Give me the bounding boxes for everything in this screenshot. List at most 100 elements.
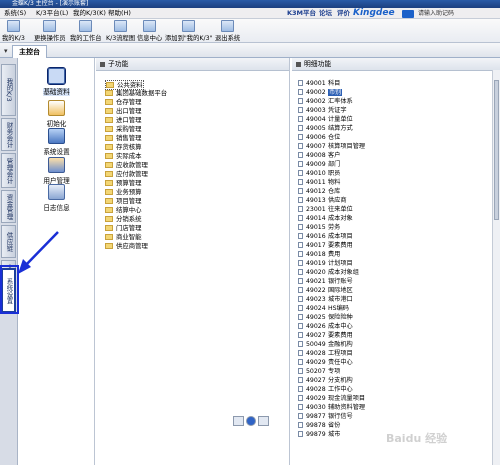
- help-icon[interactable]: [246, 416, 256, 426]
- sub-function-item[interactable]: 应付款管理: [105, 170, 148, 178]
- detail-function-item[interactable]: 49011 物料: [298, 179, 340, 187]
- sub-function-item[interactable]: 供应商管理: [105, 242, 148, 250]
- detail-function-item[interactable]: 49027 要素费用: [298, 332, 353, 340]
- icon-item-initialization[interactable]: 初始化: [18, 100, 95, 128]
- detail-function-item[interactable]: 50049 金融机构: [298, 341, 353, 349]
- detail-function-item[interactable]: 49016 成本项目: [298, 233, 353, 241]
- folder-icon: [105, 99, 113, 105]
- tab-my-k3[interactable]: 我的K/3: [1, 64, 16, 116]
- tab-main-console[interactable]: 主控台: [12, 45, 47, 59]
- view-icon[interactable]: [233, 416, 244, 426]
- detail-function-item[interactable]: 49013 供应商: [298, 197, 347, 205]
- sub-function-item[interactable]: 集团基础数据平台: [105, 89, 167, 97]
- detail-function-item[interactable]: 49006 仓位: [298, 134, 340, 142]
- link-k3m-platform[interactable]: K3M平台: [287, 8, 316, 19]
- detail-function-item[interactable]: 49014 成本对象: [298, 215, 353, 223]
- exit-icon: [221, 20, 235, 32]
- detail-function-item[interactable]: 49015 劳务: [298, 224, 340, 232]
- tab-system-settings[interactable]: 系统设置: [1, 268, 16, 313]
- sub-function-item[interactable]: 预算管理: [105, 179, 142, 187]
- detail-function-item[interactable]: 49004 计量单位: [298, 116, 353, 124]
- detail-function-item[interactable]: 49001 科目: [298, 80, 340, 88]
- toolbar-switch-user-button[interactable]: 更换操作员: [34, 20, 65, 42]
- dropdown-icon[interactable]: [258, 416, 269, 426]
- detail-function-item[interactable]: 49010 职员: [298, 170, 340, 178]
- detail-function-item[interactable]: 49020 成本对象组: [298, 269, 359, 277]
- tab-financial-accounting[interactable]: 财务会计: [1, 118, 16, 151]
- menu-my-k3[interactable]: 我的K/3(K): [73, 8, 106, 19]
- detail-function-item[interactable]: 49024 HS编码: [298, 305, 349, 313]
- document-icon: [298, 98, 303, 104]
- detail-function-item[interactable]: 49028 工程项目: [298, 350, 353, 358]
- toolbar-flowchart-button[interactable]: K/3流程图: [106, 20, 135, 42]
- sub-function-item[interactable]: 存货核算: [105, 143, 142, 151]
- icon-item-basic-data[interactable]: 基础资料: [18, 67, 95, 96]
- detail-function-item[interactable]: 49023 城市港口: [298, 296, 353, 304]
- detail-function-item[interactable]: 49005 结算方式: [298, 125, 353, 133]
- sub-function-item[interactable]: 结算中心: [105, 206, 142, 214]
- initialization-icon: [48, 100, 65, 116]
- tab-supply-chain[interactable]: 供应链: [1, 225, 16, 258]
- toolbar-add-to-my-k3-button[interactable]: 添加到"我的K/3": [165, 20, 213, 42]
- item-name: 供应商: [328, 197, 347, 204]
- detail-function-item[interactable]: 49029 现金流量项目: [298, 395, 365, 403]
- toolbar-exit-button[interactable]: 退出系统: [215, 20, 240, 42]
- toolbar-my-k3-button[interactable]: 我的K/3: [2, 20, 25, 42]
- detail-function-item[interactable]: 49021 银行账号: [298, 278, 353, 286]
- chevron-down-icon[interactable]: ▾: [4, 47, 8, 55]
- detail-function-item[interactable]: 49022 国际地区: [298, 287, 353, 295]
- detail-function-item[interactable]: 49027 分支机构: [298, 377, 353, 385]
- link-forum[interactable]: 论坛: [319, 8, 332, 19]
- menu-k3-platform[interactable]: K/3平台(L): [36, 8, 68, 19]
- detail-function-item[interactable]: 49028 工作中心: [298, 386, 353, 394]
- sub-function-item[interactable]: 应收款管理: [105, 161, 148, 169]
- sub-function-item[interactable]: 采购管理: [105, 125, 142, 133]
- sub-function-item[interactable]: 分销系统: [105, 215, 142, 223]
- item-code: 49021: [306, 278, 326, 285]
- icon-item-user-management[interactable]: 用户管理: [18, 157, 95, 185]
- folder-icon: [105, 189, 113, 195]
- detail-function-item[interactable]: 23001 往来单位: [298, 206, 353, 214]
- detail-function-item[interactable]: 49002 汇率体系: [298, 98, 353, 106]
- document-icon: [298, 287, 303, 293]
- toolbar-workbench-button[interactable]: 我的工作台: [70, 20, 101, 42]
- sub-function-item[interactable]: 仓存管理: [105, 98, 142, 106]
- detail-function-item[interactable]: 99879 城市: [298, 431, 340, 439]
- detail-function-item[interactable]: 49026 成本中心: [298, 323, 353, 331]
- sub-function-item[interactable]: 进口管理: [105, 116, 142, 124]
- detail-function-item[interactable]: 49017 要素费用: [298, 242, 353, 250]
- detail-function-item[interactable]: 49030 辅助资料管理: [298, 404, 365, 412]
- detail-function-item[interactable]: 99878 省份: [298, 422, 340, 430]
- detail-function-item[interactable]: 49007 核算项目管理: [298, 143, 365, 151]
- detail-function-item[interactable]: 49008 客户: [298, 152, 340, 160]
- sub-function-item[interactable]: 出口管理: [105, 107, 142, 115]
- detail-function-item[interactable]: 49009 部门: [298, 161, 340, 169]
- scrollbar-thumb[interactable]: [494, 80, 499, 220]
- icon-item-log-info[interactable]: 日志信息: [18, 184, 95, 212]
- sub-function-item[interactable]: 实际成本: [105, 152, 142, 160]
- detail-function-item[interactable]: 49003 凭证字: [298, 107, 347, 115]
- detail-function-item[interactable]: 49025 保险险种: [298, 314, 353, 322]
- item-name: 工作中心: [328, 386, 353, 393]
- detail-function-item[interactable]: 49029 责任中心: [298, 359, 353, 367]
- detail-scrollbar[interactable]: [492, 70, 500, 465]
- menu-system[interactable]: 系统(S): [4, 8, 26, 19]
- tab-management-accounting[interactable]: 管理会计: [1, 153, 16, 188]
- detail-function-item[interactable]: 50207 专项: [298, 368, 340, 376]
- sub-function-item[interactable]: 业务预算: [105, 188, 142, 196]
- sub-function-item[interactable]: 销售管理: [105, 134, 142, 142]
- detail-function-item[interactable]: 99877 银行信号: [298, 413, 353, 421]
- toolbar-info-center-button[interactable]: 信息中心: [137, 20, 162, 42]
- sub-function-item[interactable]: 项目管理: [105, 197, 142, 205]
- sub-function-item[interactable]: 门店管理: [105, 224, 142, 232]
- menu-help[interactable]: 帮助(H): [108, 8, 131, 19]
- detail-function-item[interactable]: 49018 费用: [298, 251, 340, 259]
- detail-function-item[interactable]: 49012 仓库: [298, 188, 340, 196]
- link-rating[interactable]: 评价: [337, 8, 350, 19]
- sub-function-item[interactable]: 商业智能: [105, 233, 142, 241]
- icon-item-system-settings[interactable]: 系统设置: [18, 128, 95, 156]
- tab-fund-management[interactable]: 资金管理: [1, 190, 16, 223]
- detail-function-item[interactable]: 49019 计划项目: [298, 260, 353, 268]
- mnemonic-search-input[interactable]: 请输入助记码: [418, 9, 454, 18]
- detail-function-item[interactable]: 49002 币别: [298, 89, 343, 97]
